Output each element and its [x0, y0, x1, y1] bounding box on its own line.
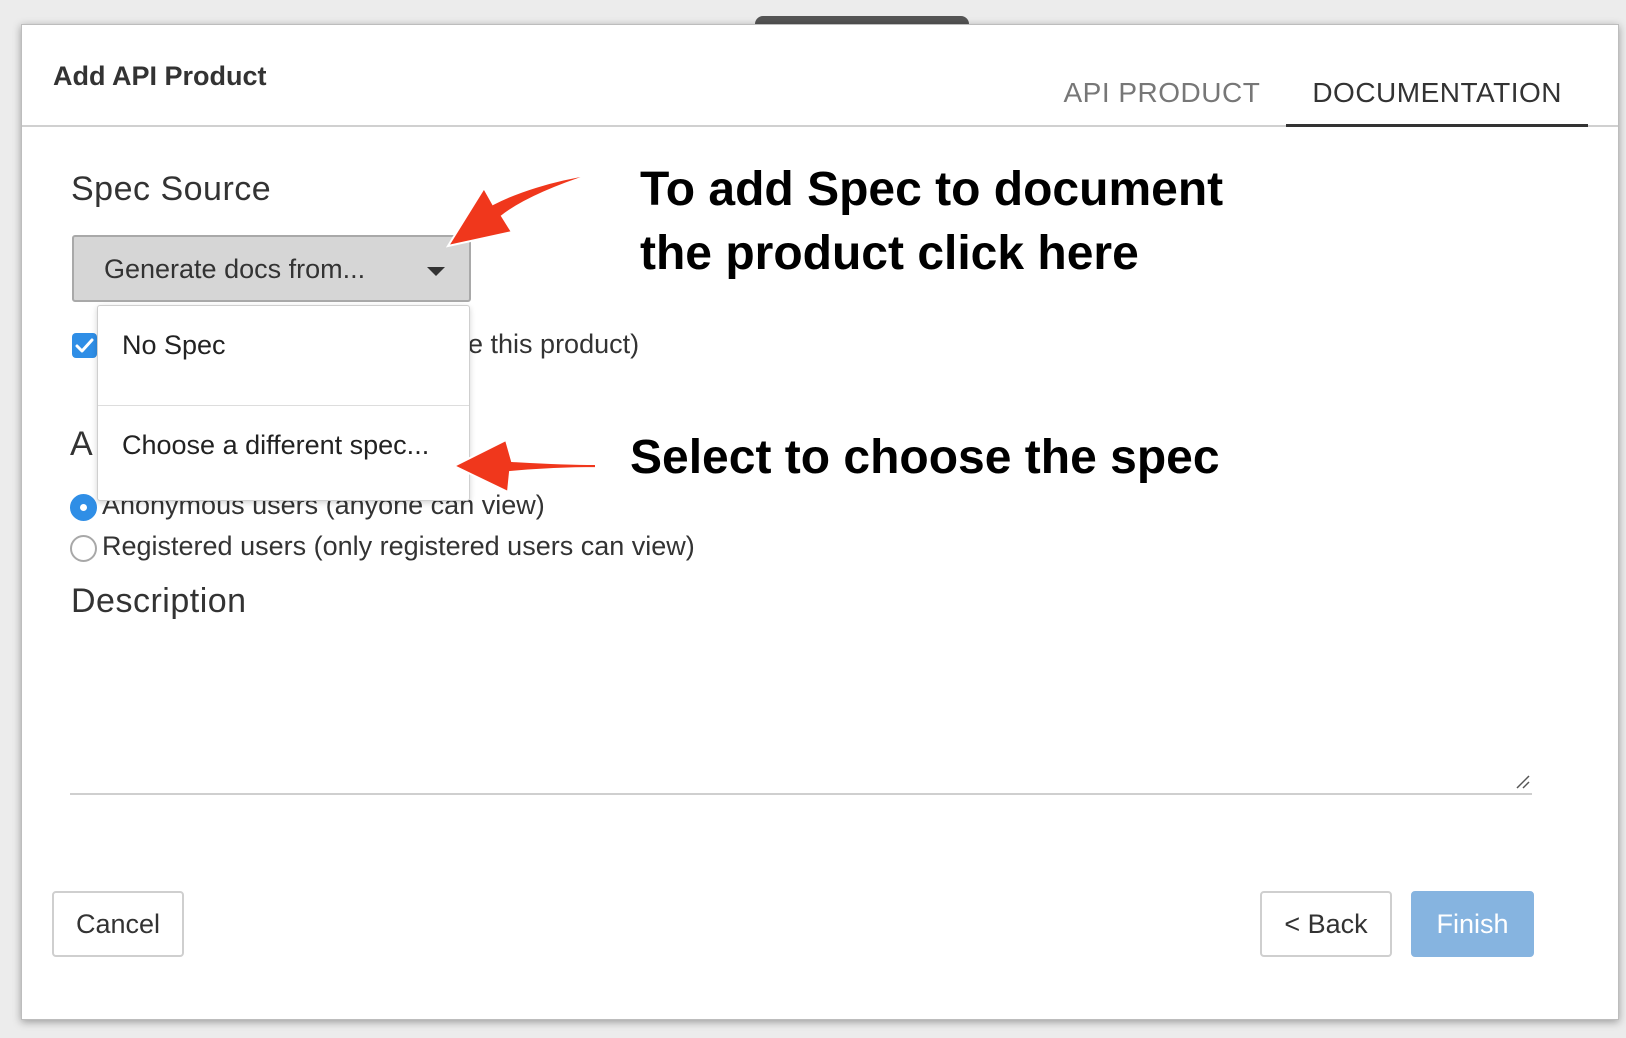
annotation-middle: Select to choose the spec [630, 431, 1220, 484]
annotation-top-line1: To add Spec to document [640, 163, 1224, 216]
annotation-top-line2: the product click here [640, 227, 1139, 280]
radio-anonymous-users[interactable] [70, 494, 97, 521]
dialog-title: Add API Product [53, 61, 267, 91]
visibility-checkbox-label: ee this product) [453, 329, 640, 359]
resize-handle-icon[interactable] [1514, 773, 1530, 789]
spec-source-label: Spec Source [71, 170, 272, 208]
spec-source-menu: No Spec Choose a different spec... [97, 305, 470, 501]
radio-registered-users[interactable] [70, 535, 97, 562]
spec-source-dropdown-value: Generate docs from... [104, 254, 366, 284]
tab-api-product[interactable]: API PRODUCT [1037, 69, 1287, 127]
cancel-button[interactable]: Cancel [52, 891, 184, 957]
menu-item-no-spec[interactable]: No Spec [98, 330, 469, 405]
caret-down-icon [427, 267, 445, 276]
checkmark-icon [75, 338, 94, 353]
radio-registered-users-label: Registered users (only registered users … [102, 531, 695, 561]
spec-source-dropdown[interactable]: Generate docs from... [72, 235, 471, 302]
finish-button[interactable]: Finish [1411, 891, 1534, 957]
visibility-checkbox[interactable] [72, 333, 97, 358]
dialog-header: Add API Product API PRODUCT DOCUMENTATIO… [22, 25, 1618, 127]
menu-item-choose-different-spec[interactable]: Choose a different spec... [98, 430, 469, 461]
annotation-arrow-top [445, 173, 594, 248]
audience-label-partial: A [70, 425, 94, 463]
annotation-arrow-middle [451, 438, 597, 494]
tab-documentation[interactable]: DOCUMENTATION [1286, 69, 1588, 127]
menu-divider [98, 405, 469, 406]
tab-bar: API PRODUCT DOCUMENTATION [1037, 69, 1588, 127]
description-textarea[interactable] [70, 650, 1532, 795]
back-button[interactable]: < Back [1260, 891, 1392, 957]
description-label: Description [71, 582, 247, 620]
